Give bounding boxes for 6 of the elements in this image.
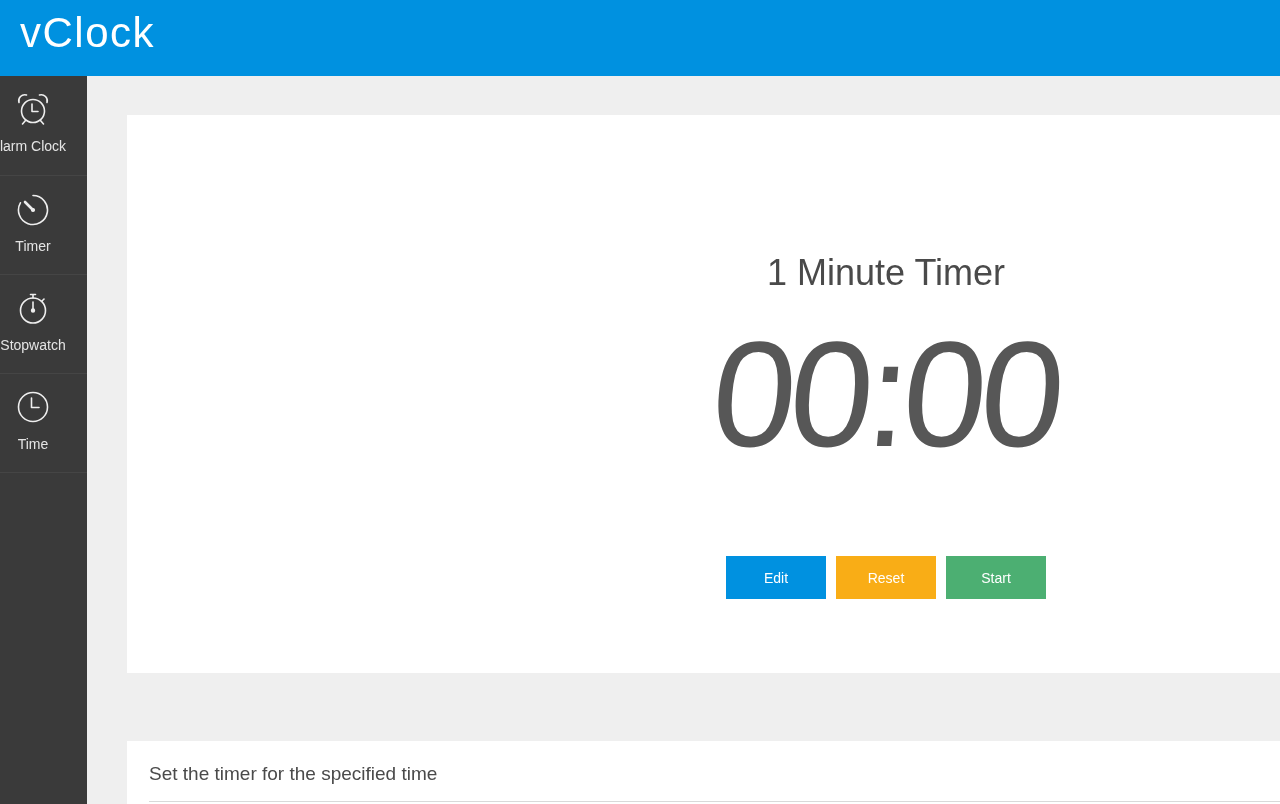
section-heading: Set the timer for the specified time (149, 762, 438, 786)
timer-title: 1 Minute Timer (766, 251, 1006, 295)
clock-icon (16, 390, 50, 424)
timer-display: 00:00 (706, 319, 1066, 469)
alarm-clock-icon (16, 92, 50, 126)
timer-icon (16, 192, 50, 226)
